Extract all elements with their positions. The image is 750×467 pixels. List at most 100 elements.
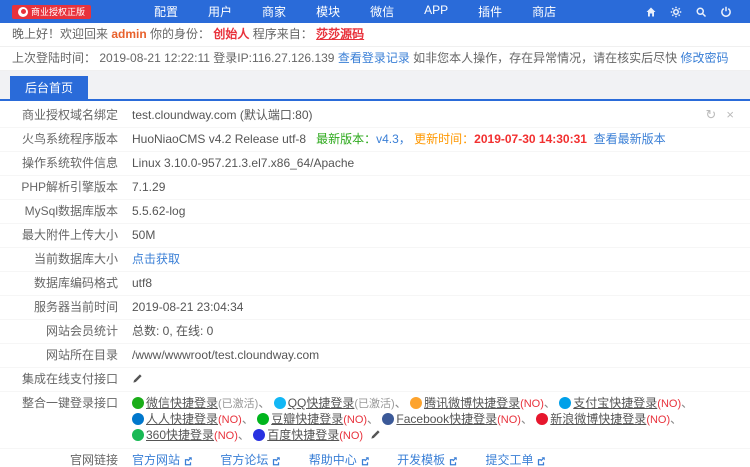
login-provider-sina-weibo: 新浪微博快捷登录(NO) <box>536 412 682 426</box>
license-badge[interactable]: 商业授权正版 <box>12 5 91 19</box>
login-provider-renren: 人人快捷登录(NO) <box>132 412 254 426</box>
sina-weibo-login-link[interactable]: 新浪微博快捷登录 <box>550 412 646 426</box>
provider-status: (NO) <box>343 414 367 426</box>
login-provider-baidu: 百度快捷登录(NO) <box>253 428 363 442</box>
dashboard-panel: ↻ × 商业授权域名绑定 test.cloundway.com (默认端口:80… <box>0 101 750 467</box>
greeting-text: 晚上好！欢迎回来 <box>12 27 108 41</box>
huoniao-logo-icon <box>18 7 28 17</box>
member-stats-value: 总数: 0, 在线: 0 <box>132 324 750 339</box>
360-login-link[interactable]: 360快捷登录 <box>146 428 214 442</box>
renren-icon <box>132 413 144 425</box>
official-site-link[interactable]: 官方网站 <box>132 453 193 467</box>
login-provider-facebook: Facebook快捷登录(NO) <box>382 412 533 426</box>
view-login-records-link[interactable]: 查看登录记录 <box>338 51 410 65</box>
external-link-icon <box>360 456 370 466</box>
upload-size-value: 50M <box>132 228 750 243</box>
site-dir-value: /www/wwwroot/test.cloundway.com <box>132 348 750 363</box>
official-forum-link[interactable]: 官方论坛 <box>220 453 281 467</box>
search-icon[interactable] <box>695 6 707 18</box>
latest-version-value: v4.3， <box>376 132 411 146</box>
power-icon[interactable] <box>720 6 732 18</box>
refresh-icon[interactable]: ↻ <box>706 108 717 121</box>
wechat-icon <box>132 397 144 409</box>
qq-login-link[interactable]: QQ快捷登录 <box>288 396 355 410</box>
login-provider-wechat: 微信快捷登录(已激活) <box>132 396 270 410</box>
nav-item-merchants[interactable]: 商家 <box>247 0 301 24</box>
info-row-members: 网站会员统计 总数: 0, 在线: 0 <box>0 320 750 344</box>
facebook-icon <box>382 413 394 425</box>
info-row-domain: 商业授权域名绑定 test.cloundway.com (默认端口:80) <box>0 104 750 128</box>
info-row-os: 操作系统软件信息 Linux 3.10.0-957.21.3.el7.x86_6… <box>0 152 750 176</box>
row-label: PHP解析引擎版本 <box>0 180 132 195</box>
login-provider-qq: QQ快捷登录(已激活) <box>274 396 407 410</box>
provider-status: (NO) <box>520 398 544 410</box>
info-row-payment: 集成在线支付接口 <box>0 368 750 392</box>
sina-weibo-icon <box>536 413 548 425</box>
provider-status: (NO) <box>218 414 242 426</box>
home-icon[interactable] <box>645 6 657 18</box>
wechat-login-link[interactable]: 微信快捷登录 <box>146 396 218 410</box>
close-icon[interactable]: × <box>726 108 734 121</box>
provider-status: (NO) <box>657 398 681 410</box>
info-row-php: PHP解析引擎版本 7.1.29 <box>0 176 750 200</box>
latest-version-label: 最新版本： <box>316 132 376 146</box>
alipay-login-link[interactable]: 支付宝快捷登录 <box>573 396 657 410</box>
last-login-label: 上次登陆时间： <box>12 51 96 65</box>
row-label: 整合一键登录接口 <box>0 396 132 411</box>
login-providers-list: 微信快捷登录(已激活) QQ快捷登录(已激活) 腾讯微博快捷登录(NO) 支付宝… <box>132 396 727 444</box>
edit-payment-button[interactable] <box>132 373 143 384</box>
douban-login-link[interactable]: 豆瓣快捷登录 <box>271 412 343 426</box>
info-row-official-links: 官网链接 官方网站 官方论坛 帮助中心 开发模板 提交工单 <box>0 449 750 467</box>
row-label: 火鸟系统程序版本 <box>0 132 132 147</box>
help-center-link[interactable]: 帮助中心 <box>309 453 370 467</box>
360-icon <box>132 429 144 441</box>
info-row-site-dir: 网站所在目录 /www/wwwroot/test.cloundway.com <box>0 344 750 368</box>
gear-icon[interactable] <box>670 6 682 18</box>
info-row-dbsize: 当前数据库大小 点击获取 <box>0 248 750 272</box>
provider-status: (NO) <box>646 414 670 426</box>
info-row-upload: 最大附件上传大小 50M <box>0 224 750 248</box>
php-version-value: 7.1.29 <box>132 180 750 195</box>
fetch-dbsize-link[interactable]: 点击获取 <box>132 252 180 266</box>
tab-dashboard-home[interactable]: 后台首页 <box>10 76 88 99</box>
welcome-line-2: 上次登陆时间： 2019-08-21 12:22:11 登录IP:116.27.… <box>0 47 750 71</box>
nav-item-wechat[interactable]: 微信 <box>355 0 409 24</box>
change-password-link[interactable]: 修改密码 <box>681 51 729 65</box>
source-link[interactable]: 莎莎源码 <box>316 27 364 41</box>
login-provider-alipay: 支付宝快捷登录(NO) <box>559 396 693 410</box>
nav-item-users[interactable]: 用户 <box>193 0 247 24</box>
domain-value: test.cloundway.com (默认端口:80) <box>132 108 750 123</box>
login-provider-360: 360快捷登录(NO) <box>132 428 250 442</box>
nav-item-config[interactable]: 配置 <box>139 0 193 24</box>
row-label: 操作系统软件信息 <box>0 156 132 171</box>
row-label: 官网链接 <box>0 453 132 467</box>
login-ip: 116.27.126.139 <box>252 51 335 65</box>
version-value: HuoNiaoCMS v4.2 Release utf-8 最新版本：v4.3，… <box>132 132 750 147</box>
provider-status: (已激活) <box>218 398 258 410</box>
nav-item-modules[interactable]: 模块 <box>301 0 355 24</box>
baidu-icon <box>253 429 265 441</box>
official-links-list: 官方网站 官方论坛 帮助中心 开发模板 提交工单 <box>132 453 750 467</box>
welcome-line-1: 晚上好！欢迎回来 admin 你的身份： 创始人 程序来自： 莎莎源码 <box>0 23 750 47</box>
nav-item-app[interactable]: APP <box>409 0 463 24</box>
nav-item-plugins[interactable]: 插件 <box>463 0 517 24</box>
nav-item-store[interactable]: 商店 <box>517 0 571 24</box>
tencent-weibo-login-link[interactable]: 腾讯微博快捷登录 <box>424 396 520 410</box>
mysql-version-value: 5.5.62-log <box>132 204 750 219</box>
panel-tools: ↻ × <box>706 108 735 121</box>
row-label: 当前数据库大小 <box>0 252 132 267</box>
baidu-login-link[interactable]: 百度快捷登录 <box>267 428 339 442</box>
renren-login-link[interactable]: 人人快捷登录 <box>146 412 218 426</box>
login-provider-douban: 豆瓣快捷登录(NO) <box>257 412 379 426</box>
templates-link[interactable]: 开发模板 <box>397 453 458 467</box>
external-link-icon <box>448 456 458 466</box>
facebook-login-link[interactable]: Facebook快捷登录 <box>396 412 497 426</box>
submit-ticket-link[interactable]: 提交工单 <box>485 453 546 467</box>
navbar-icons <box>645 6 738 18</box>
row-label: 服务器当前时间 <box>0 300 132 315</box>
os-value: Linux 3.10.0-957.21.3.el7.x86_64/Apache <box>132 156 750 171</box>
qq-icon <box>274 397 286 409</box>
edit-login-api-button[interactable] <box>370 429 381 440</box>
view-latest-version-link[interactable]: 查看最新版本 <box>594 132 666 146</box>
row-label: 网站会员统计 <box>0 324 132 339</box>
